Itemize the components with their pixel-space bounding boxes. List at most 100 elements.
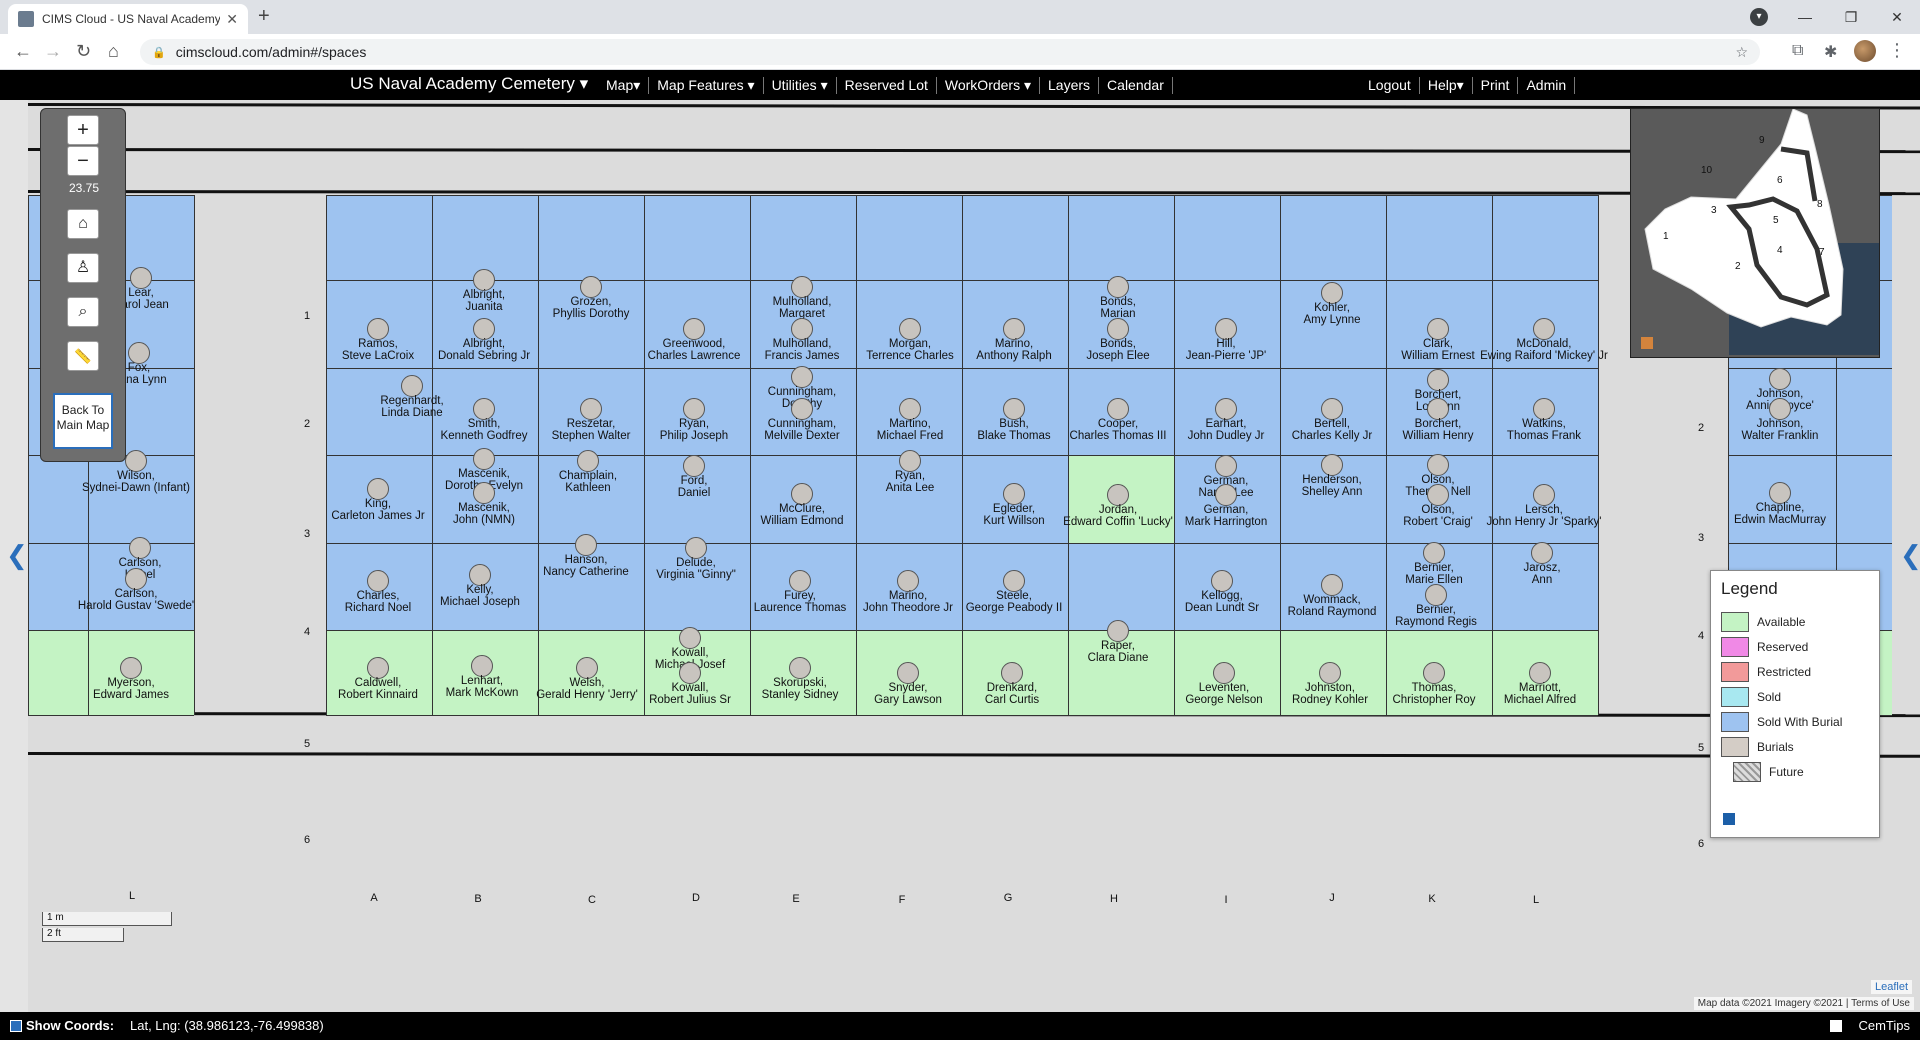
plot-block-available[interactable] — [28, 630, 194, 715]
burial-marker[interactable] — [1003, 398, 1025, 420]
burial-marker[interactable] — [580, 398, 602, 420]
burial-marker[interactable] — [1107, 276, 1129, 298]
burial-marker[interactable] — [575, 534, 597, 556]
burial-marker[interactable] — [1769, 482, 1791, 504]
burial-marker[interactable] — [1423, 542, 1445, 564]
nav-menu-item-3[interactable]: Reserved Lot — [837, 77, 937, 94]
zoom-out-button[interactable]: − — [67, 146, 99, 176]
burial-marker[interactable] — [1529, 662, 1551, 684]
burial-marker[interactable] — [899, 450, 921, 472]
leaflet-link[interactable]: Leaflet — [1870, 980, 1912, 994]
burial-marker[interactable] — [471, 655, 493, 677]
burial-marker[interactable] — [1533, 398, 1555, 420]
burial-marker[interactable] — [1003, 483, 1025, 505]
burial-marker[interactable] — [1533, 484, 1555, 506]
burial-marker[interactable] — [473, 482, 495, 504]
burial-marker[interactable] — [789, 657, 811, 679]
burial-marker[interactable] — [1427, 369, 1449, 391]
browser-menu-icon[interactable]: ⋮ — [1888, 40, 1906, 61]
burial-marker[interactable] — [789, 570, 811, 592]
burial-marker[interactable] — [125, 568, 147, 590]
extension-icon[interactable]: ⧉ — [1792, 42, 1803, 60]
minimize-icon[interactable]: — — [1782, 0, 1828, 34]
profile-avatar[interactable] — [1854, 40, 1876, 62]
nav-menu-item-0[interactable]: Map▾ — [598, 77, 650, 94]
burial-marker[interactable] — [1215, 398, 1237, 420]
burial-marker[interactable] — [367, 570, 389, 592]
burial-marker[interactable] — [1427, 484, 1449, 506]
nav-menu-item-5[interactable]: Layers — [1040, 77, 1100, 94]
nav-menu-item-1[interactable]: Map Features ▾ — [649, 77, 764, 94]
burial-marker[interactable] — [1003, 570, 1025, 592]
burial-marker[interactable] — [1533, 318, 1555, 340]
pan-left-icon[interactable]: ❮ — [6, 540, 28, 571]
burial-marker[interactable] — [791, 398, 813, 420]
new-tab-icon[interactable]: + — [258, 5, 270, 28]
burial-marker[interactable] — [791, 483, 813, 505]
browser-tab[interactable]: CIMS Cloud - US Naval Academy ✕ — [8, 4, 248, 34]
burial-marker[interactable] — [128, 342, 150, 364]
burial-marker[interactable] — [685, 537, 707, 559]
burial-marker[interactable] — [791, 276, 813, 298]
street-view-icon[interactable]: ♙ — [67, 253, 99, 283]
nav-menu-item-4[interactable]: WorkOrders ▾ — [937, 77, 1041, 94]
minimap-toggle-icon[interactable] — [1641, 337, 1653, 349]
reload-icon[interactable]: ↻ — [76, 41, 91, 62]
burial-marker[interactable] — [473, 398, 495, 420]
close-window-icon[interactable]: ✕ — [1874, 0, 1920, 34]
burial-marker[interactable] — [679, 627, 701, 649]
puzzle-extensions-icon[interactable]: ✱ — [1824, 42, 1837, 62]
burial-marker[interactable] — [473, 318, 495, 340]
burial-marker[interactable] — [897, 570, 919, 592]
cemtips-checkbox[interactable] — [1830, 1020, 1842, 1032]
url-input[interactable]: 🔒 cimscloud.com/admin#/spaces ☆ — [140, 39, 1760, 65]
burial-marker[interactable] — [469, 564, 491, 586]
burial-marker[interactable] — [1321, 398, 1343, 420]
burial-marker[interactable] — [683, 318, 705, 340]
burial-marker[interactable] — [1427, 398, 1449, 420]
burial-marker[interactable] — [791, 366, 813, 388]
pan-right-icon[interactable]: ❮ — [1900, 540, 1920, 571]
cemetery-selector[interactable]: US Naval Academy Cemetery ▾ — [350, 74, 588, 94]
user-menu-item-2[interactable]: Print — [1473, 77, 1519, 94]
burial-marker[interactable] — [1531, 542, 1553, 564]
show-coords-checkbox[interactable] — [10, 1020, 22, 1032]
burial-marker[interactable] — [1321, 574, 1343, 596]
burial-marker[interactable] — [401, 375, 423, 397]
back-to-main-map-button[interactable]: Back To Main Map — [53, 393, 113, 449]
burial-marker[interactable] — [1001, 662, 1023, 684]
burial-marker[interactable] — [1107, 484, 1129, 506]
burial-marker[interactable] — [1425, 584, 1447, 606]
home-view-icon[interactable]: ⌂ — [67, 209, 99, 239]
burial-marker[interactable] — [1107, 620, 1129, 642]
back-icon[interactable]: ← — [14, 41, 32, 62]
burial-marker[interactable] — [1003, 318, 1025, 340]
close-tab-icon[interactable]: ✕ — [226, 11, 238, 28]
burial-marker[interactable] — [120, 657, 142, 679]
burial-marker[interactable] — [1321, 454, 1343, 476]
measure-ruler-icon[interactable]: 📏 — [67, 341, 99, 371]
burial-marker[interactable] — [1215, 318, 1237, 340]
burial-marker[interactable] — [129, 537, 151, 559]
burial-marker[interactable] — [899, 318, 921, 340]
zoom-in-button[interactable]: + — [67, 115, 99, 145]
nav-menu-item-2[interactable]: Utilities ▾ — [764, 77, 837, 94]
burial-marker[interactable] — [576, 657, 598, 679]
tab-search-icon[interactable]: ▾ — [1750, 8, 1768, 26]
burial-marker[interactable] — [125, 450, 147, 472]
burial-marker[interactable] — [580, 276, 602, 298]
burial-marker[interactable] — [899, 398, 921, 420]
burial-marker[interactable] — [1215, 455, 1237, 477]
burial-marker[interactable] — [1107, 398, 1129, 420]
burial-marker[interactable] — [130, 267, 152, 289]
burial-marker[interactable] — [1215, 484, 1237, 506]
burial-marker[interactable] — [1769, 368, 1791, 390]
burial-marker[interactable] — [577, 450, 599, 472]
home-icon[interactable]: ⌂ — [108, 41, 119, 62]
burial-marker[interactable] — [1423, 662, 1445, 684]
burial-marker[interactable] — [1213, 662, 1235, 684]
burial-marker[interactable] — [683, 398, 705, 420]
burial-marker[interactable] — [1427, 454, 1449, 476]
burial-marker[interactable] — [791, 318, 813, 340]
nav-menu-item-6[interactable]: Calendar — [1099, 77, 1173, 94]
